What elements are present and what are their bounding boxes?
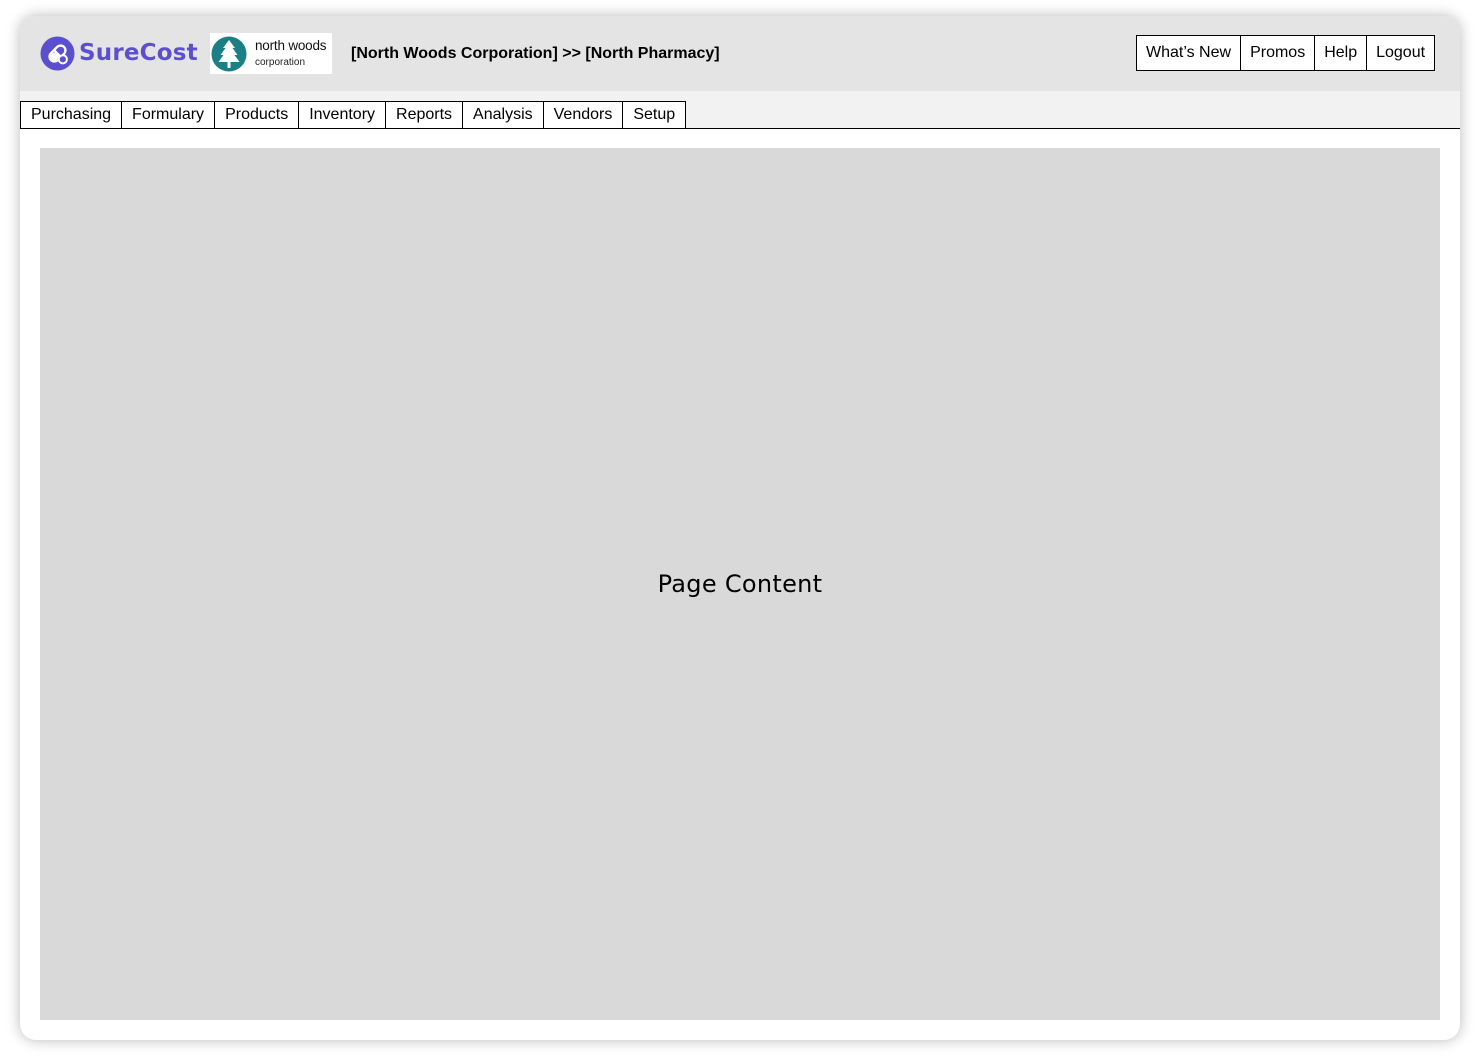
pill-capsule-icon — [40, 35, 75, 71]
surecost-logo[interactable]: SureCost — [40, 35, 198, 71]
app-header: SureCost north woods corporation [North … — [20, 16, 1460, 91]
tab-products[interactable]: Products — [214, 101, 300, 128]
whats-new-link[interactable]: What’s New — [1137, 36, 1242, 70]
brand-name: SureCost — [79, 40, 198, 66]
client-logo: north woods corporation — [210, 33, 332, 74]
tab-inventory[interactable]: Inventory — [298, 101, 387, 128]
main-nav: Purchasing Formulary Products Inventory … — [20, 91, 1460, 129]
tab-vendors[interactable]: Vendors — [542, 101, 624, 128]
logout-link[interactable]: Logout — [1367, 36, 1434, 70]
help-link[interactable]: Help — [1315, 36, 1368, 70]
tab-formulary[interactable]: Formulary — [121, 101, 216, 128]
tab-reports[interactable]: Reports — [385, 101, 464, 128]
tab-list: Purchasing Formulary Products Inventory … — [20, 101, 687, 128]
client-name: north woods — [255, 37, 327, 53]
breadcrumb: [North Woods Corporation] >> [North Phar… — [351, 45, 720, 62]
client-wordmark: north woods corporation — [255, 37, 327, 69]
promos-link[interactable]: Promos — [1241, 36, 1316, 70]
top-links: What’s New Promos Help Logout — [1136, 35, 1436, 71]
app-window: SureCost north woods corporation [North … — [20, 16, 1460, 1040]
page-content-area: Page Content — [40, 148, 1440, 1020]
tab-analysis[interactable]: Analysis — [462, 101, 544, 128]
pine-tree-icon — [211, 36, 247, 71]
page-content-placeholder: Page Content — [657, 570, 823, 598]
tab-setup[interactable]: Setup — [622, 101, 687, 128]
client-subtitle: corporation — [255, 57, 306, 69]
tab-purchasing[interactable]: Purchasing — [20, 101, 123, 128]
